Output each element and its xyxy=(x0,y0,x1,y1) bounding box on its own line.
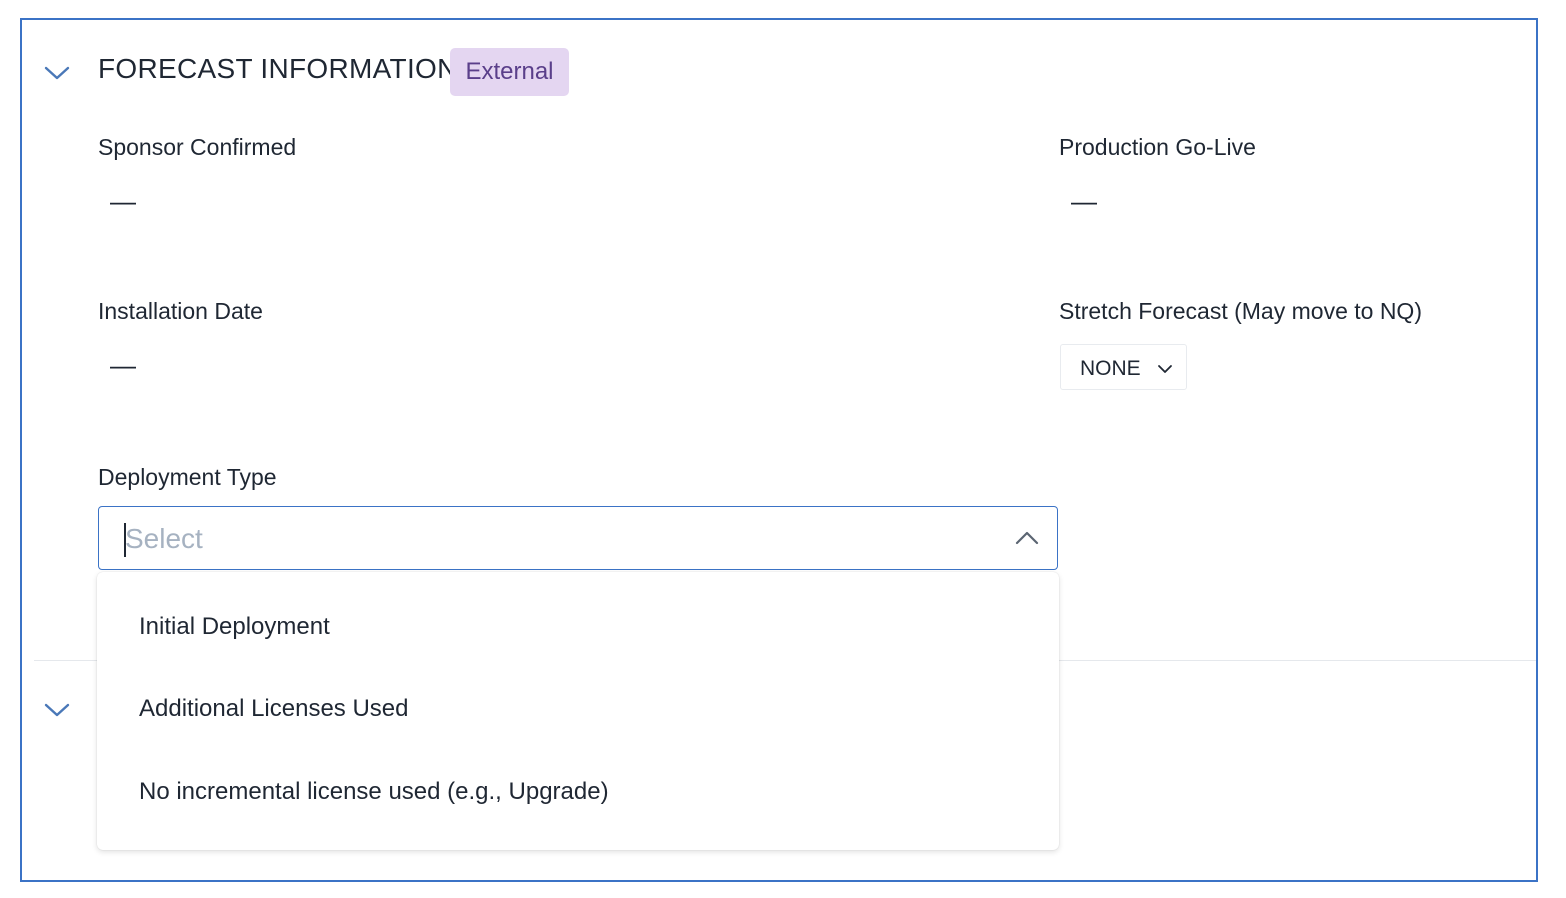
sponsor-confirmed-value[interactable]: — xyxy=(110,186,136,217)
text-cursor xyxy=(124,523,126,557)
chevron-down-icon xyxy=(1158,365,1172,373)
stretch-forecast-select[interactable]: NONE xyxy=(1060,344,1187,390)
installation-date-label: Installation Date xyxy=(98,298,263,324)
forecast-panel: FORECAST INFORMATION External Sponsor Co… xyxy=(20,18,1538,882)
deployment-type-select[interactable]: Select xyxy=(98,506,1058,570)
stretch-forecast-value: NONE xyxy=(1080,357,1141,380)
option-additional-licenses-used[interactable]: Additional Licenses Used xyxy=(139,695,409,723)
stretch-forecast-label: Stretch Forecast (May move to NQ) xyxy=(1059,298,1422,324)
option-no-incremental-license[interactable]: No incremental license used (e.g., Upgra… xyxy=(139,778,609,806)
chevron-down-icon[interactable] xyxy=(44,702,70,718)
chevron-down-icon[interactable] xyxy=(44,65,70,81)
installation-date-value[interactable]: — xyxy=(110,350,136,381)
deployment-type-placeholder: Select xyxy=(125,523,203,554)
production-go-live-label: Production Go-Live xyxy=(1059,134,1256,160)
production-go-live-value[interactable]: — xyxy=(1071,186,1097,217)
option-initial-deployment[interactable]: Initial Deployment xyxy=(139,613,330,641)
deployment-type-dropdown: Initial Deployment Additional Licenses U… xyxy=(97,572,1059,850)
section-title: FORECAST INFORMATION xyxy=(98,53,458,84)
deployment-type-label: Deployment Type xyxy=(98,464,277,490)
chevron-up-icon[interactable] xyxy=(1015,531,1039,545)
external-badge: External xyxy=(450,48,569,96)
sponsor-confirmed-label: Sponsor Confirmed xyxy=(98,134,297,160)
